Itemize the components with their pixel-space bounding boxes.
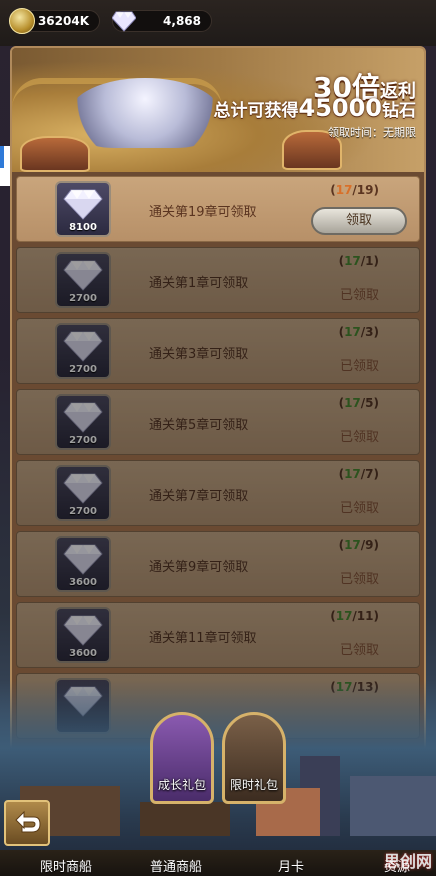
reward-amount: 2700 [69, 506, 97, 517]
nav-month-card[interactable]: 月卡 [278, 856, 304, 875]
game-screen: 36204K 4,868 30倍返利 总计可获得45000钻石 领取时间：无期限… [0, 0, 436, 876]
diamond-icon [63, 331, 103, 362]
banner-total-amount: 45000 [298, 94, 383, 122]
side-tab-accent [0, 146, 4, 168]
progress-need: /9 [360, 538, 374, 552]
reward-thumbnail: 2700 [55, 252, 111, 308]
diamond-icon [111, 8, 137, 34]
claimed-status: 已领取 [339, 288, 379, 303]
reward-progress: (17/7) [338, 467, 379, 481]
claimed-status: 已领取 [339, 501, 379, 516]
reward-condition: 通关第11章可领取 [149, 631, 257, 646]
reward-progress: (17/1) [338, 254, 379, 268]
reward-amount: 2700 [69, 435, 97, 446]
diamond-amount: 4,868 [163, 14, 201, 28]
progress-need: /1 [360, 254, 374, 268]
limited-gift-button[interactable]: 限时礼包 [222, 712, 286, 804]
reward-condition: 通关第5章可领取 [149, 418, 249, 433]
coin-counter[interactable]: 36204K [9, 8, 100, 34]
progress-done: 17 [335, 609, 353, 623]
diamond-icon [63, 544, 103, 575]
banner-total-unit: 钻石 [382, 101, 416, 121]
progress-done: 17 [344, 254, 361, 268]
progress-need: /11 [352, 609, 374, 623]
reward-thumbnail: 3600 [55, 607, 111, 663]
progress-need: /7 [360, 467, 374, 481]
reward-row: 3600 通关第11章可领取 (17/11) 已领取 [16, 602, 420, 668]
reward-row: 3600 通关第9章可领取 (17/9) 已领取 [16, 531, 420, 597]
coin-icon [9, 8, 35, 34]
rebate-banner: 30倍返利 总计可获得45000钻石 领取时间：无期限 [12, 48, 424, 172]
progress-done: 17 [344, 538, 361, 552]
progress-need: /19 [352, 183, 374, 197]
claim-button[interactable]: 领取 [311, 207, 407, 235]
reward-row: 2700 通关第3章可领取 (17/3) 已领取 [16, 318, 420, 384]
reward-thumbnail: 2700 [55, 394, 111, 450]
reward-thumbnail: 2700 [55, 465, 111, 521]
diamond-icon [63, 615, 103, 646]
claimed-status: 已领取 [339, 572, 379, 587]
coin-amount: 36204K [37, 14, 89, 28]
reward-progress: (17/5) [338, 396, 379, 410]
growth-gift-label: 成长礼包 [157, 778, 206, 792]
reward-progress: (17/3) [338, 325, 379, 339]
ship-middle [140, 802, 230, 836]
reward-thumbnail: 3600 [55, 536, 111, 592]
progress-done: 17 [335, 183, 353, 197]
reward-row: 8100 通关第19章可领取 (17/19) 领取 [16, 176, 420, 242]
diamond-counter[interactable]: 4,868 [112, 10, 212, 32]
reward-amount: 2700 [69, 293, 97, 304]
reward-condition: 通关第7章可领取 [149, 489, 249, 504]
diamond-icon [63, 189, 103, 220]
claimed-status: 已领取 [339, 643, 379, 658]
diamond-icon [63, 260, 103, 291]
reward-amount: 3600 [69, 648, 97, 659]
reward-progress: (17/19) [330, 183, 379, 197]
progress-need: /5 [360, 396, 374, 410]
nav-normal-shop[interactable]: 普通商船 [150, 856, 202, 875]
crown-illustration [20, 136, 90, 172]
claimed-status: 已领取 [339, 359, 379, 374]
castle-building [350, 776, 436, 836]
reward-amount: 3600 [69, 577, 97, 588]
top-bar: 36204K 4,868 [0, 0, 436, 46]
return-arrow-icon [15, 810, 41, 833]
nav-limited-shop[interactable]: 限时商船 [40, 856, 92, 875]
watermark-logo: 思创网 [383, 852, 432, 871]
reward-thumbnail: 2700 [55, 323, 111, 379]
reward-row: 2700 通关第5章可领取 (17/5) 已领取 [16, 389, 420, 455]
progress-done: 17 [344, 325, 361, 339]
progress-done: 17 [344, 396, 361, 410]
claimed-status: 已领取 [339, 430, 379, 445]
reward-condition: 通关第9章可领取 [149, 560, 249, 575]
reward-amount: 8100 [69, 222, 97, 233]
reward-row: 2700 通关第7章可领取 (17/7) 已领取 [16, 460, 420, 526]
reward-progress: (17/11) [330, 609, 379, 623]
rebate-panel: 30倍返利 总计可获得45000钻石 领取时间：无期限 8100 通关第19章可领… [10, 46, 426, 766]
diamond-icon [63, 402, 103, 433]
town-scenery [0, 680, 436, 876]
banner-total-prefix: 总计可获得 [213, 101, 299, 121]
reward-condition: 通关第19章可领取 [149, 205, 257, 220]
diamond-pile-illustration [70, 78, 220, 148]
growth-gift-button[interactable]: 成长礼包 [150, 712, 214, 804]
progress-need: /3 [360, 325, 374, 339]
reward-progress: (17/9) [338, 538, 379, 552]
reward-condition: 通关第3章可领取 [149, 347, 249, 362]
limited-gift-label: 限时礼包 [229, 778, 278, 792]
progress-done: 17 [344, 467, 361, 481]
back-button[interactable] [4, 800, 50, 846]
banner-total: 总计可获得45000钻石 [214, 94, 417, 122]
diamond-icon [63, 473, 103, 504]
reward-thumbnail: 8100 [55, 181, 111, 237]
reward-amount: 2700 [69, 364, 97, 375]
banner-claim-time: 领取时间：无期限 [328, 126, 416, 139]
reward-condition: 通关第1章可领取 [149, 276, 249, 291]
reward-row: 2700 通关第1章可领取 (17/1) 已领取 [16, 247, 420, 313]
